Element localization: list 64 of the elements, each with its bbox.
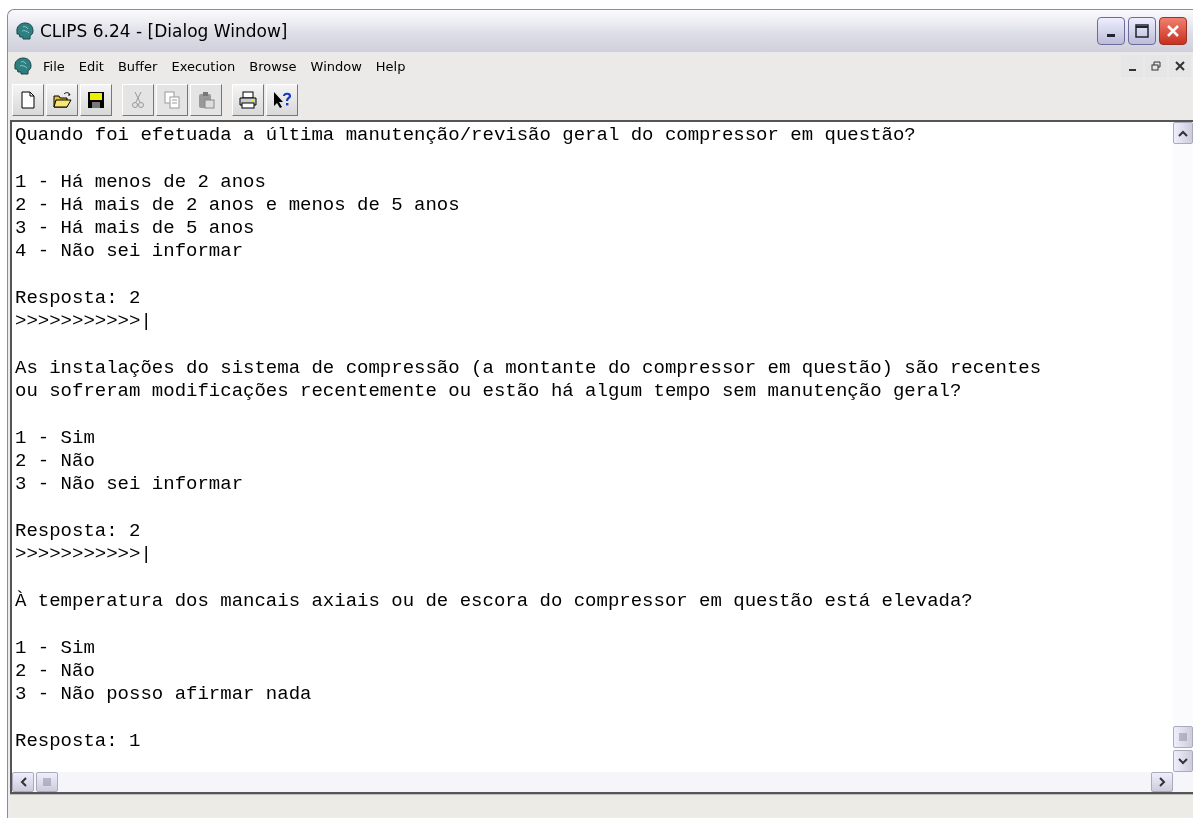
close-button[interactable] [1159, 17, 1187, 45]
console-line: 3 - Não posso afirmar nada [15, 683, 312, 707]
console-line: 2 - Não [15, 659, 95, 684]
window-title: CLIPS 6.24 - [Dialog Window] [40, 21, 289, 41]
console-line: 3 - Há mais de 5 anos [15, 217, 255, 241]
print-button[interactable] [232, 84, 264, 116]
menu-item[interactable]: Browse [242, 56, 304, 76]
console-line: >>>>>>>>>>>| [15, 310, 152, 334]
down-chevron-icon [1178, 757, 1188, 765]
app-head-icon [14, 22, 34, 40]
console-line: 1 - Há menos de 2 anos [15, 170, 266, 194]
scroll-thumb[interactable] [1173, 726, 1193, 748]
console-line: Resposta: 2 [15, 520, 141, 544]
minimize-icon [1107, 33, 1115, 37]
console-line: 4 - Não sei informar [15, 240, 244, 264]
close-button[interactable] [1169, 55, 1191, 77]
console-line: Resposta: 1 [15, 729, 141, 753]
app-head-icon[interactable] [12, 57, 32, 75]
console-line: 2 - Não [15, 450, 95, 474]
console-line: Quando foi efetuada a última manutenção/revisão geral do compressor em questão? [15, 124, 916, 148]
vertical-scrollbar[interactable] [1173, 122, 1193, 772]
open-button[interactable] [46, 84, 78, 116]
scroll-right-button[interactable] [1151, 772, 1173, 792]
copy-pages-icon [162, 90, 182, 110]
maximize-icon [1135, 24, 1149, 38]
left-chevron-icon [19, 777, 27, 787]
horizontal-scrollbar[interactable] [12, 772, 1193, 792]
restore-icon [1151, 61, 1161, 71]
scroll-down-button[interactable] [1173, 750, 1193, 772]
console-line: ou sofreram modificações recentemente ou estão há algum tempo sem manutenção geral? [15, 380, 962, 404]
clipboard-icon [196, 90, 216, 110]
minimize-button[interactable] [1097, 17, 1125, 45]
console-line: As instalações do sistema de compressão (a montante do compressor em questão) são recentes [15, 356, 1042, 381]
up-chevron-icon [1178, 129, 1188, 137]
console-line: >>>>>>>>>>>| [15, 543, 152, 567]
save-button[interactable] [80, 84, 112, 116]
close-icon [1166, 24, 1180, 38]
printer-icon [238, 90, 258, 110]
scroll-thumb[interactable] [36, 772, 58, 792]
menu-item[interactable]: Help [368, 56, 413, 76]
menu-item[interactable]: Window [303, 56, 369, 76]
minimize-icon [1128, 68, 1136, 71]
restore-button[interactable] [1145, 55, 1167, 77]
console-line: Resposta: 2 [15, 287, 141, 311]
pointer-question-icon [272, 90, 292, 110]
blank-page-icon [18, 90, 38, 110]
right-chevron-icon [1158, 777, 1166, 787]
new-button[interactable] [12, 84, 44, 116]
menu-item[interactable]: Edit [71, 56, 111, 76]
scroll-left-button[interactable] [12, 772, 34, 792]
console-line: 3 - Não sei informar [15, 473, 244, 497]
help-button[interactable] [266, 84, 298, 116]
menu-item[interactable]: Buffer [110, 56, 165, 76]
scroll-up-button[interactable] [1173, 122, 1193, 144]
console-line: À temperatura dos mancais axiais ou de escora do compressor em questão está elevada? [15, 589, 973, 614]
console-line: 1 - Sim [15, 636, 95, 660]
minimize-button[interactable] [1121, 55, 1143, 77]
close-icon [1175, 61, 1185, 71]
menu-item[interactable]: File [36, 56, 72, 76]
open-folder-icon [52, 90, 72, 110]
menu-item[interactable]: Execution [164, 56, 243, 76]
maximize-button[interactable] [1128, 17, 1156, 45]
console-line: 2 - Há mais de 2 anos e menos de 5 anos [15, 193, 460, 218]
console-line: 1 - Sim [15, 426, 95, 451]
